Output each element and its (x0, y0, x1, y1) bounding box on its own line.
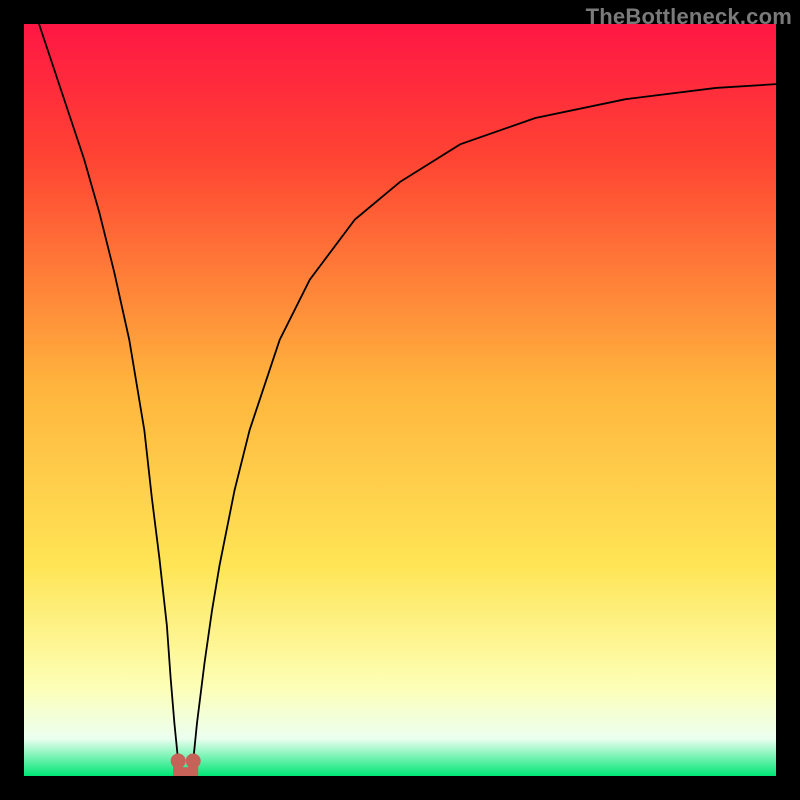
chart-frame: TheBottleneck.com (0, 0, 800, 800)
plot-area (24, 24, 776, 776)
watermark-label: TheBottleneck.com (586, 4, 792, 30)
plot-svg (24, 24, 776, 776)
gradient-background (24, 24, 776, 776)
